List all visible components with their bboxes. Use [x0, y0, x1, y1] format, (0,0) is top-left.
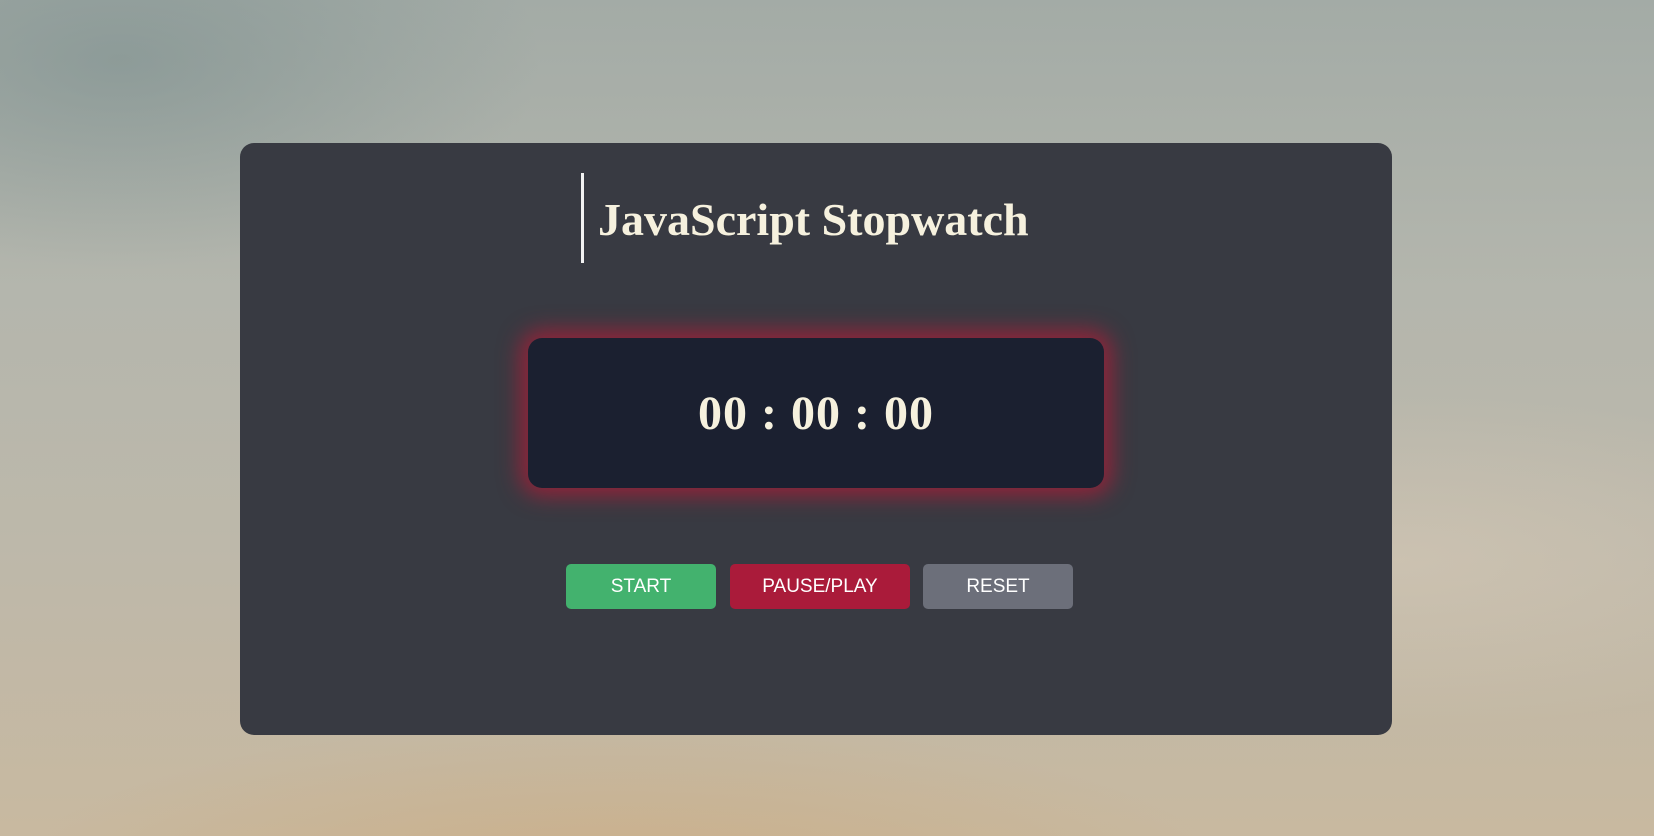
time-display: 00 : 00 : 00	[528, 338, 1104, 488]
time-readout: 00 : 00 : 00	[698, 386, 934, 441]
title-accent-bar	[581, 173, 584, 263]
control-buttons: START PAUSE/PLAY RESET	[566, 564, 1073, 609]
hours-value: 00	[698, 386, 749, 440]
minutes-value: 00	[791, 386, 841, 440]
time-separator: :	[761, 386, 778, 440]
start-button[interactable]: START	[566, 564, 716, 609]
seconds-value: 00	[883, 386, 934, 440]
title-container: JavaScript Stopwatch	[581, 173, 1029, 263]
stopwatch-card: JavaScript Stopwatch 00 : 00 : 00 START …	[240, 143, 1392, 735]
reset-button[interactable]: RESET	[923, 564, 1073, 609]
pause-play-button[interactable]: PAUSE/PLAY	[730, 564, 910, 609]
time-separator: :	[854, 386, 871, 440]
page-title: JavaScript Stopwatch	[598, 193, 1029, 245]
